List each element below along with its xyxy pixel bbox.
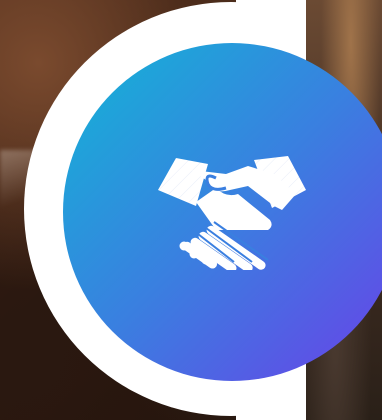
handshake-icon — [156, 150, 310, 270]
feature-graphic — [0, 0, 382, 420]
